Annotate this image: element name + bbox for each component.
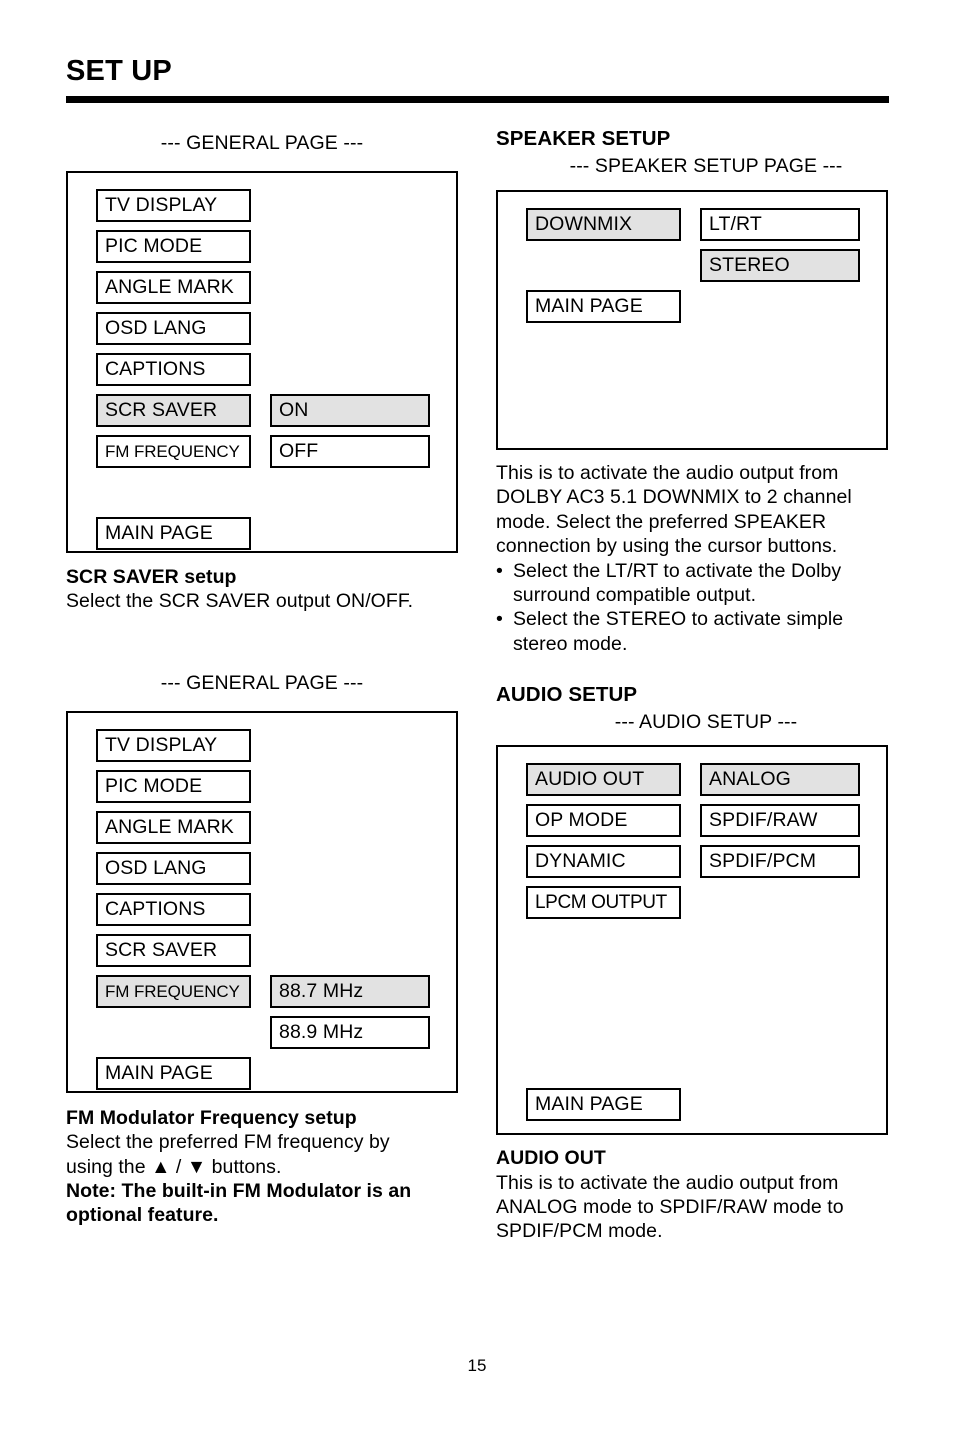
speaker-setup-page-caption: --- SPEAKER SETUP PAGE --- — [569, 155, 843, 177]
audio-setup-heading: AUDIO SETUP — [496, 683, 638, 707]
option-item-fm-88-7[interactable]: 88.7 MHz — [270, 974, 430, 1008]
bullet-icon-2: • — [496, 608, 503, 631]
bullet-indent-spacer-1 — [496, 583, 513, 607]
fm-modulator-line-1: Select the preferred FM frequency by — [66, 1131, 390, 1154]
right-column: SPEAKER SETUP --- SPEAKER SETUP PAGE ---… — [496, 120, 888, 1244]
option-item-analog[interactable]: ANALOG — [700, 763, 860, 797]
fm-modulator-line-2-mid: / — [170, 1155, 187, 1178]
audio-out-desc-line-2: ANALOG mode to SPDIF/RAW mode to — [496, 1196, 844, 1219]
fm-modulator-heading: FM Modulator Frequency setup — [66, 1106, 357, 1129]
scr-saver-heading-rest: setup — [178, 566, 237, 588]
bullet-indent-spacer-2 — [496, 632, 513, 656]
menu-item-speaker-main-page[interactable]: MAIN PAGE — [526, 290, 681, 323]
speaker-desc-bullet-1-cont: surround compatible output. — [496, 583, 888, 607]
title-divider — [66, 96, 889, 103]
menu-item-audio-main-page[interactable]: MAIN PAGE — [526, 1088, 681, 1122]
audio-setup-page-caption: --- AUDIO SETUP --- — [614, 711, 798, 734]
speaker-setup-description: This is to activate the audio output fro… — [496, 461, 888, 656]
general-page-caption-1: --- GENERAL PAGE --- — [160, 132, 364, 154]
menu-item-pic-mode-2[interactable]: PIC MODE — [96, 769, 251, 803]
menu-item-fm-frequency-2[interactable]: FM FREQUENCY — [96, 974, 251, 1008]
speaker-desc-bullet-2-line-1: Select the STEREO to activate simple — [513, 608, 844, 631]
scr-saver-description-line: Select the SCR SAVER output ON/OFF. — [66, 590, 414, 613]
speaker-desc-bullet-2-line-2: stereo mode. — [513, 632, 628, 655]
menu-item-angle-mark-2[interactable]: ANGLE MARK — [96, 810, 251, 844]
menu-item-lpcm-output[interactable]: LPCM OUTPUT — [526, 886, 681, 920]
option-item-fm-88-9[interactable]: 88.9 MHz — [270, 1015, 430, 1049]
speaker-desc-bullet-1-line-1: Select the LT/RT to activate the Dolby — [513, 559, 842, 582]
speaker-desc-bullet-1: • Select the LT/RT to activate the Dolby — [496, 559, 888, 583]
menu-item-fm-frequency[interactable]: FM FREQUENCY — [96, 435, 251, 468]
menu-item-tv-display[interactable]: TV DISPLAY — [96, 189, 251, 222]
speaker-desc-line-2: DOLBY AC3 5.1 DOWNMIX to 2 channel — [496, 486, 852, 509]
menu-item-dynamic[interactable]: DYNAMIC — [526, 845, 681, 879]
fm-modulator-description: FM Modulator Frequency setup Select the … — [66, 1106, 458, 1228]
speaker-desc-bullet-1-line-2: surround compatible output. — [513, 584, 757, 607]
scr-saver-heading: SCR SAVER setup — [66, 565, 458, 589]
speaker-desc-line-4: connection by using the cursor buttons. — [496, 535, 838, 558]
page-title: SET UP — [66, 55, 172, 87]
option-item-stereo[interactable]: STEREO — [700, 249, 860, 282]
scr-saver-heading-bold: SCR SAVER — [66, 566, 179, 588]
option-item-on[interactable]: ON — [270, 394, 430, 427]
fm-modulator-line-2: using the ▲ / ▼ buttons. — [66, 1155, 458, 1179]
audio-out-desc-heading: AUDIO OUT — [496, 1147, 606, 1170]
option-item-lt-rt[interactable]: LT/RT — [700, 208, 860, 241]
osd-screen-speaker-setup: DOWNMIX MAIN PAGE LT/RT STEREO — [496, 190, 888, 450]
page-number: 15 — [467, 1356, 487, 1375]
menu-item-downmix[interactable]: DOWNMIX — [526, 208, 681, 241]
menu-item-main-page[interactable]: MAIN PAGE — [96, 517, 251, 550]
general-page-caption-2: --- GENERAL PAGE --- — [160, 671, 364, 694]
audio-out-desc-line-3: SPDIF/PCM mode. — [496, 1220, 663, 1243]
menu-item-osd-lang-2[interactable]: OSD LANG — [96, 851, 251, 885]
menu-item-angle-mark[interactable]: ANGLE MARK — [96, 271, 251, 304]
fm-modulator-note-line-1: Note: The built-in FM Modulator is an — [66, 1180, 412, 1203]
menu-item-main-page-2[interactable]: MAIN PAGE — [96, 1056, 251, 1090]
fm-modulator-note-line-2: optional feature. — [66, 1204, 219, 1227]
menu-item-captions[interactable]: CAPTIONS — [96, 353, 251, 386]
osd-screen-general-page-1: TV DISPLAY PIC MODE ANGLE MARK OSD LANG … — [66, 171, 458, 553]
menu-item-op-mode[interactable]: OP MODE — [526, 804, 681, 838]
menu-item-captions-2[interactable]: CAPTIONS — [96, 892, 251, 926]
option-item-spdif-raw[interactable]: SPDIF/RAW — [700, 804, 860, 838]
speaker-desc-bullet-2-cont: stereo mode. — [496, 632, 888, 656]
menu-item-audio-out[interactable]: AUDIO OUT — [526, 763, 681, 797]
osd-screen-general-page-2: TV DISPLAY PIC MODE ANGLE MARK OSD LANG … — [66, 710, 458, 1093]
triangle-up-icon: ▲ — [151, 1155, 171, 1178]
speaker-desc-bullet-2: • Select the STEREO to activate simple — [496, 607, 888, 631]
fm-modulator-line-2-pre: using the — [66, 1155, 152, 1178]
menu-item-osd-lang[interactable]: OSD LANG — [96, 312, 251, 345]
option-item-off[interactable]: OFF — [270, 435, 430, 468]
speaker-desc-line-3: mode. Select the preferred SPEAKER — [496, 510, 827, 533]
bullet-icon-1: • — [496, 559, 503, 582]
fm-modulator-line-2-post: buttons. — [206, 1155, 282, 1178]
left-column: --- GENERAL PAGE --- TV DISPLAY PIC MODE… — [66, 120, 458, 1228]
manual-page: SET UP --- GENERAL PAGE --- TV DISPLAY P… — [0, 0, 954, 1430]
menu-item-pic-mode[interactable]: PIC MODE — [96, 230, 251, 263]
audio-out-desc-line-1: This is to activate the audio output fro… — [496, 1171, 839, 1194]
speaker-setup-heading: SPEAKER SETUP — [496, 127, 671, 150]
menu-item-scr-saver[interactable]: SCR SAVER — [96, 394, 251, 427]
audio-out-description: AUDIO OUT This is to activate the audio … — [496, 1146, 888, 1244]
scr-saver-description: SCR SAVER setup Select the SCR SAVER out… — [66, 565, 458, 614]
option-item-spdif-pcm[interactable]: SPDIF/PCM — [700, 845, 860, 879]
osd-screen-audio-setup: AUDIO OUT OP MODE DYNAMIC LPCM OUTPUT MA… — [496, 745, 888, 1136]
triangle-down-icon: ▼ — [186, 1155, 207, 1178]
menu-item-tv-display-2[interactable]: TV DISPLAY — [96, 728, 251, 762]
menu-item-scr-saver-2[interactable]: SCR SAVER — [96, 933, 251, 967]
speaker-desc-line-1: This is to activate the audio output fro… — [496, 462, 839, 484]
